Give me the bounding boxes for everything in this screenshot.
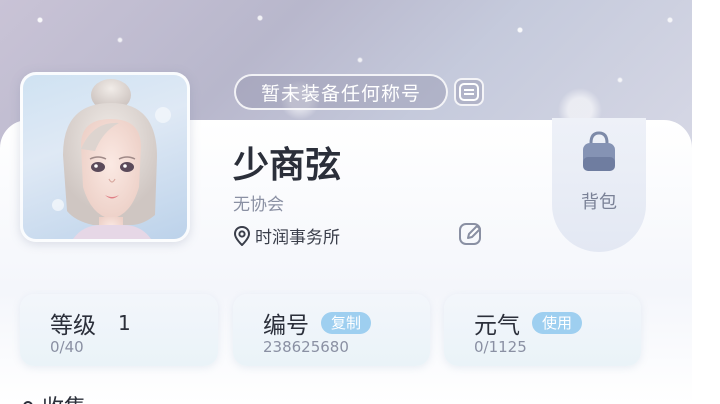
- level-value: 1: [118, 311, 131, 335]
- level-label: 等级: [50, 313, 96, 339]
- level-card: 等级 1 0/40: [20, 294, 218, 366]
- id-label: 编号: [263, 313, 309, 339]
- location-row: 时润事务所: [233, 223, 340, 248]
- id-card: 编号 复制 238625680: [233, 294, 430, 366]
- title-switch-button[interactable]: [454, 78, 484, 106]
- energy-title: 元气 使用: [474, 306, 583, 340]
- location-pin-icon: [233, 225, 251, 246]
- bag-icon: [583, 131, 615, 171]
- use-button[interactable]: 使用: [532, 312, 583, 334]
- bag-label: 背包: [581, 192, 617, 213]
- avatar[interactable]: [20, 72, 190, 242]
- collection-section-header[interactable]: 收集: [22, 390, 86, 404]
- avatar-portrait: [52, 79, 171, 239]
- energy-label: 元气: [474, 313, 520, 339]
- id-value: 238625680: [263, 338, 349, 356]
- energy-value: 0/1125: [474, 338, 527, 356]
- location-text: 时润事务所: [255, 228, 340, 248]
- copy-button[interactable]: 复制: [321, 312, 372, 334]
- level-title: 等级 1: [50, 306, 131, 340]
- section-bullet-icon: [23, 401, 33, 404]
- title-switch-icon: [459, 83, 479, 101]
- level-progress: 0/40: [50, 338, 84, 356]
- id-title: 编号 复制: [263, 306, 372, 340]
- edit-pencil-icon: [459, 223, 481, 245]
- title-pill-label: 暂未装备任何称号: [260, 82, 421, 105]
- player-name: 少商弦: [233, 145, 342, 186]
- side-strip: [692, 0, 720, 404]
- guild-label[interactable]: 无协会: [233, 190, 284, 215]
- energy-card: 元气 使用 0/1125: [444, 294, 641, 366]
- section-label: 收集: [42, 390, 86, 404]
- title-pill[interactable]: 暂未装备任何称号: [234, 74, 448, 110]
- edit-button[interactable]: [458, 221, 484, 247]
